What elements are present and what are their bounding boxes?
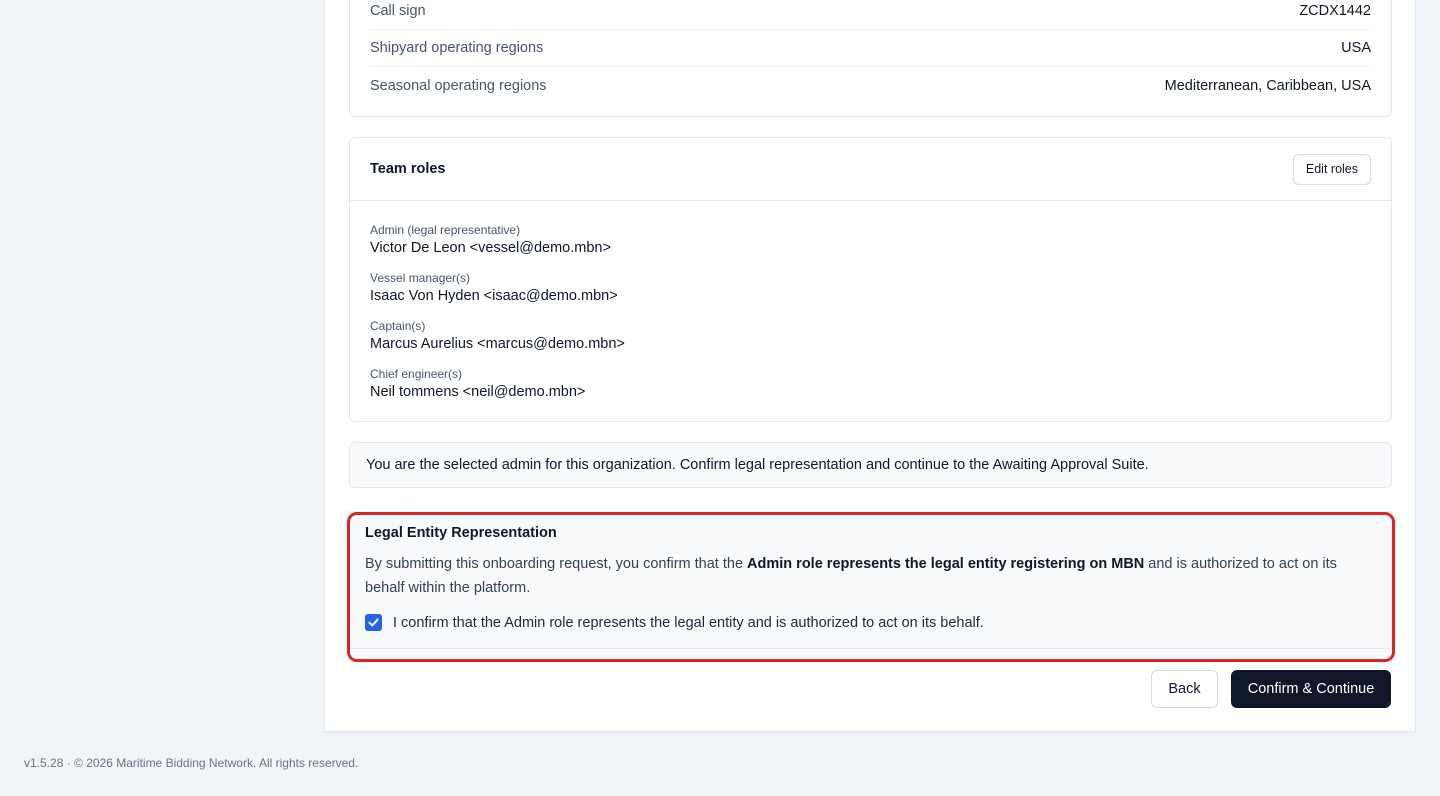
detail-row-call-sign: Call sign ZCDX1442 bbox=[370, 0, 1371, 30]
role-value: Victor De Leon <vessel@demo.mbn> bbox=[370, 240, 611, 256]
detail-value: ZCDX1442 bbox=[1299, 3, 1371, 19]
team-roles-title: Team roles bbox=[370, 161, 446, 177]
role-value: Marcus Aurelius <marcus@demo.mbn> bbox=[370, 336, 625, 352]
role-label: Captain(s) bbox=[370, 319, 426, 333]
legal-description: By submitting this onboarding request, y… bbox=[365, 552, 1375, 600]
detail-row-seasonal-regions: Seasonal operating regions Mediterranean… bbox=[370, 67, 1371, 104]
back-button[interactable]: Back bbox=[1151, 670, 1218, 708]
detail-label: Call sign bbox=[370, 3, 426, 19]
role-label: Admin (legal representative) bbox=[370, 223, 521, 237]
legal-confirm-row[interactable]: I confirm that the Admin role represents… bbox=[365, 614, 984, 631]
confirm-continue-button[interactable]: Confirm & Continue bbox=[1231, 670, 1391, 708]
legal-confirm-checkbox[interactable] bbox=[365, 614, 382, 631]
legal-entity-section: Legal Entity Representation By submittin… bbox=[347, 512, 1395, 662]
role-vessel-manager: Vessel manager(s) Isaac Von Hyden <isaac… bbox=[370, 270, 618, 306]
role-value: Isaac Von Hyden <isaac@demo.mbn> bbox=[370, 288, 618, 304]
legal-title: Legal Entity Representation bbox=[365, 525, 557, 541]
role-captain: Captain(s) Marcus Aurelius <marcus@demo.… bbox=[370, 318, 625, 354]
role-chief-engineer: Chief engineer(s) Neil tommens <neil@dem… bbox=[370, 366, 585, 402]
role-label: Chief engineer(s) bbox=[370, 367, 463, 381]
footer-text: v1.5.28 · © 2026 Maritime Bidding Networ… bbox=[24, 756, 359, 770]
checkmark-icon bbox=[368, 618, 379, 627]
role-value: Neil tommens <neil@demo.mbn> bbox=[370, 384, 586, 400]
detail-label: Shipyard operating regions bbox=[370, 40, 544, 56]
team-roles-card: Team roles Edit roles Admin (legal repre… bbox=[349, 137, 1392, 422]
vessel-details-card: Call sign ZCDX1442 Shipyard operating re… bbox=[349, 0, 1392, 117]
admin-info-banner: You are the selected admin for this orga… bbox=[349, 442, 1392, 488]
role-label: Vessel manager(s) bbox=[370, 271, 471, 285]
legal-text-bold: Admin role represents the legal entity r… bbox=[747, 556, 1145, 572]
detail-value: Mediterranean, Caribbean, USA bbox=[1164, 77, 1371, 94]
edit-roles-button[interactable]: Edit roles bbox=[1292, 153, 1371, 185]
detail-value: USA bbox=[1341, 40, 1371, 56]
legal-confirm-label: I confirm that the Admin role represents… bbox=[393, 614, 984, 631]
role-admin: Admin (legal representative) Victor De L… bbox=[370, 222, 611, 258]
legal-text-before: By submitting this onboarding request, y… bbox=[365, 556, 748, 572]
main-panel: Call sign ZCDX1442 Shipyard operating re… bbox=[324, 0, 1416, 732]
detail-row-shipyard-regions: Shipyard operating regions USA bbox=[370, 30, 1371, 67]
team-roles-header: Team roles Edit roles bbox=[350, 138, 1391, 201]
detail-label: Seasonal operating regions bbox=[370, 77, 547, 94]
legal-divider bbox=[350, 648, 1392, 649]
